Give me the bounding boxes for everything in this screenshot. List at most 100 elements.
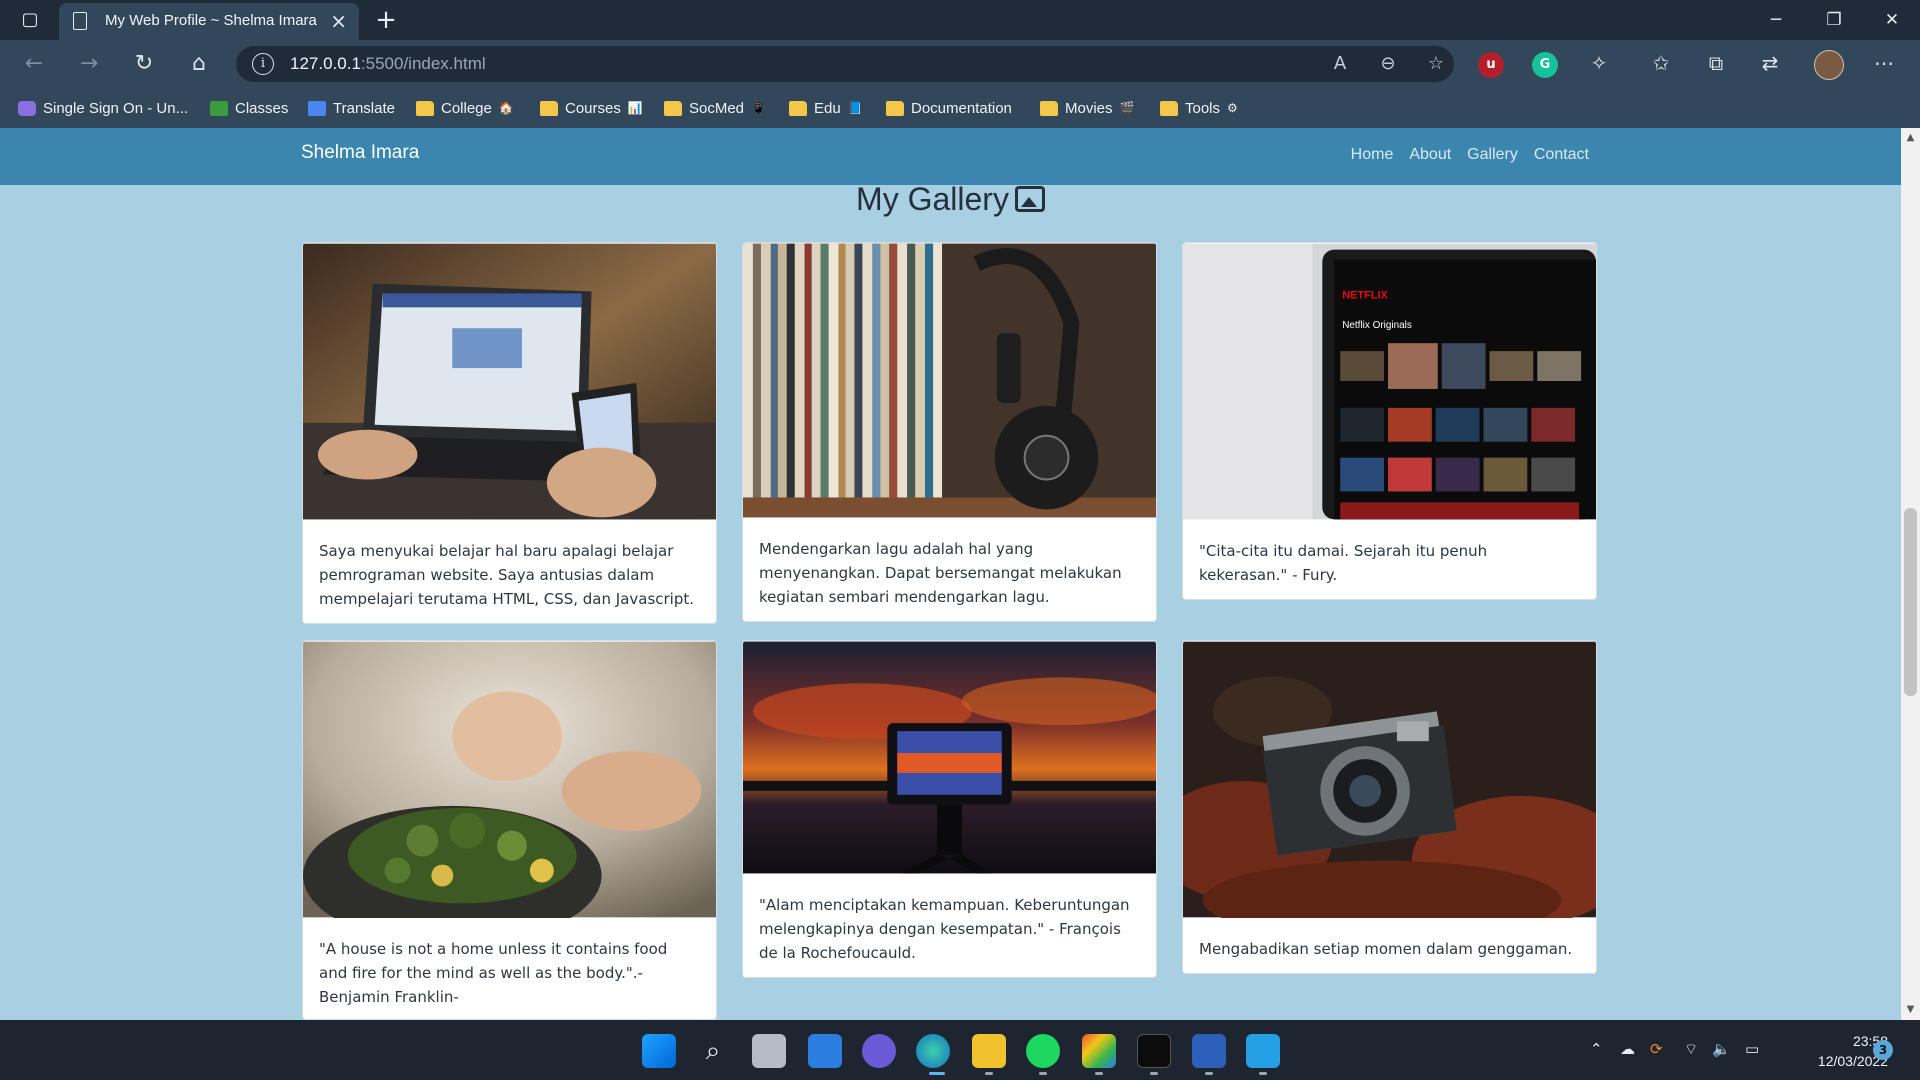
site-brand[interactable]: Shelma Imara xyxy=(301,142,419,164)
gallery-card: "Alam menciptakan kemampuan. Keberuntung… xyxy=(742,640,1157,978)
netflix-logo-text: NETFLIX xyxy=(1342,289,1388,301)
read-aloud-icon[interactable]: A xyxy=(1326,50,1354,78)
nav-contact-link[interactable]: Contact xyxy=(1534,146,1589,164)
gallery-card: Mengabadikan setiap momen dalam genggama… xyxy=(1182,640,1597,974)
nav-about-link[interactable]: About xyxy=(1409,146,1451,164)
minimize-icon[interactable]: ─ xyxy=(1748,0,1804,40)
card-text: Mengabadikan setiap momen dalam genggama… xyxy=(1199,940,1573,958)
translate-icon xyxy=(308,100,326,116)
card-text: "A house is not a home unless it contain… xyxy=(319,940,668,1006)
back-icon[interactable]: ← xyxy=(16,46,52,82)
netflix-tablet-photo: NETFLIX Netflix Originals xyxy=(1183,243,1596,520)
wifi-icon[interactable]: ⌔ xyxy=(1684,1040,1698,1059)
running-indicator xyxy=(985,1072,993,1075)
card-text: Saya menyukai belajar hal baru apalagi b… xyxy=(319,542,695,608)
grammarly-icon[interactable]: G xyxy=(1532,52,1558,78)
close-tab-icon[interactable]: × xyxy=(330,9,347,33)
sync-icon[interactable]: ⇄ xyxy=(1754,47,1786,79)
page-scrollbar[interactable]: ▲ ▼ xyxy=(1901,128,1920,1020)
nav-home-link[interactable]: Home xyxy=(1351,146,1394,164)
active-indicator xyxy=(929,1072,945,1075)
volume-icon[interactable]: 🔈 xyxy=(1712,1040,1731,1058)
bookmark-item[interactable]: Classes xyxy=(210,96,288,120)
edge-icon[interactable] xyxy=(916,1034,950,1068)
laptop-phone-photo xyxy=(303,243,716,520)
cooking-food-photo xyxy=(303,641,716,946)
refresh-icon[interactable]: ↻ xyxy=(126,46,162,82)
system-clock[interactable]: 23:58 12/03/2022 xyxy=(1778,1031,1888,1071)
bookmark-item[interactable]: Single Sign On - Un... xyxy=(18,96,188,120)
gallery-card: NETFLIX Netflix Originals "Cita-cita itu… xyxy=(1182,242,1597,600)
forward-icon[interactable]: → xyxy=(71,46,107,82)
terminal-icon[interactable] xyxy=(1137,1034,1171,1068)
netflix-row-text: Netflix Originals xyxy=(1342,320,1412,331)
clock-date: 12/03/2022 xyxy=(1817,1053,1888,1069)
folder-icon xyxy=(789,100,807,116)
bookmark-folder[interactable]: Courses 📊 xyxy=(540,96,643,120)
bookmarks-bar: Single Sign On - Un... Classes Translate… xyxy=(0,88,1920,128)
more-menu-icon[interactable]: ⋯ xyxy=(1868,47,1900,79)
battery-icon[interactable]: ▭ xyxy=(1745,1040,1759,1058)
bookmark-folder[interactable]: College 🏠 xyxy=(416,96,514,120)
running-indicator xyxy=(1205,1072,1213,1075)
bookmark-item[interactable]: Translate xyxy=(308,96,395,120)
close-window-icon[interactable]: ✕ xyxy=(1864,0,1920,40)
new-tab-button[interactable]: + xyxy=(368,3,404,37)
zoom-icon[interactable]: ⊖ xyxy=(1374,50,1402,78)
vintage-camera-leaves-photo xyxy=(1183,641,1596,941)
bookmark-folder[interactable]: Tools ⚙ xyxy=(1160,96,1238,120)
home-icon[interactable]: ⌂ xyxy=(181,46,217,82)
profile-avatar[interactable] xyxy=(1814,50,1844,80)
bookmark-folder[interactable]: Edu 📘 xyxy=(789,96,863,120)
collections-icon[interactable]: ⧉ xyxy=(1700,47,1732,79)
folder-icon xyxy=(886,100,904,116)
tab-title: My Web Profile ~ Shelma Imara xyxy=(105,12,317,29)
running-indicator xyxy=(1259,1072,1267,1075)
update-icon[interactable]: ⟳ xyxy=(1650,1040,1663,1058)
image-icon xyxy=(1014,186,1045,212)
ublock-icon[interactable]: u xyxy=(1478,52,1504,78)
nav-gallery-link[interactable]: Gallery xyxy=(1467,146,1518,164)
file-explorer-icon[interactable] xyxy=(972,1034,1006,1068)
vscode-icon[interactable] xyxy=(1246,1034,1280,1068)
gallery-title-text: My Gallery xyxy=(856,181,1009,217)
folder-icon xyxy=(540,100,558,116)
restore-icon[interactable]: ❐ xyxy=(1806,0,1862,40)
add-favorite-icon[interactable]: ☆ xyxy=(1422,50,1450,78)
bookmark-folder[interactable]: Documentation xyxy=(886,96,1012,120)
page-icon xyxy=(73,12,87,30)
site-info-icon[interactable]: i xyxy=(252,53,274,75)
address-bar[interactable]: i 127.0.0.1:5500/index.html A ⊖ ☆ xyxy=(236,46,1454,82)
folder-icon xyxy=(1160,100,1178,116)
url-text[interactable]: 127.0.0.1:5500/index.html xyxy=(290,54,486,74)
word-icon[interactable] xyxy=(1192,1034,1226,1068)
extensions-icon[interactable]: ✧ xyxy=(1583,47,1615,79)
vinyl-headphones-photo xyxy=(743,243,1156,518)
tray-chevron-icon[interactable]: ⌃ xyxy=(1590,1040,1603,1058)
spotify-icon[interactable] xyxy=(1026,1034,1060,1068)
favorites-icon[interactable]: ✩ xyxy=(1645,47,1677,79)
scroll-thumb[interactable] xyxy=(1904,508,1917,696)
sunset-camera-photo xyxy=(743,641,1156,874)
sso-icon xyxy=(18,100,36,116)
app-icon[interactable] xyxy=(1082,1034,1116,1068)
chat-icon[interactable] xyxy=(862,1034,896,1068)
task-view-icon[interactable] xyxy=(752,1034,786,1068)
onedrive-icon[interactable]: ☁ xyxy=(1620,1040,1635,1058)
bookmark-folder[interactable]: SocMed 📱 xyxy=(664,96,766,120)
widgets-icon[interactable] xyxy=(808,1034,842,1068)
folder-icon xyxy=(1040,100,1058,116)
scroll-up-icon[interactable]: ▲ xyxy=(1901,132,1920,143)
scroll-down-icon[interactable]: ▼ xyxy=(1901,1004,1920,1015)
running-indicator xyxy=(1150,1072,1158,1075)
gallery-card: Saya menyukai belajar hal baru apalagi b… xyxy=(302,242,717,624)
gallery-card: Mendengarkan lagu adalah hal yang menyen… xyxy=(742,242,1157,622)
gallery-card: "A house is not a home unless it contain… xyxy=(302,640,717,1020)
bookmark-folder[interactable]: Movies 🎬 xyxy=(1040,96,1134,120)
search-icon[interactable]: ⌕ xyxy=(696,1034,730,1068)
browser-tab-active[interactable]: My Web Profile ~ Shelma Imara × xyxy=(59,3,359,40)
tab-actions-icon[interactable]: ▢ xyxy=(14,8,46,32)
classroom-icon xyxy=(210,100,228,116)
start-icon[interactable] xyxy=(642,1034,676,1068)
notification-badge[interactable]: 3 xyxy=(1873,1040,1893,1060)
